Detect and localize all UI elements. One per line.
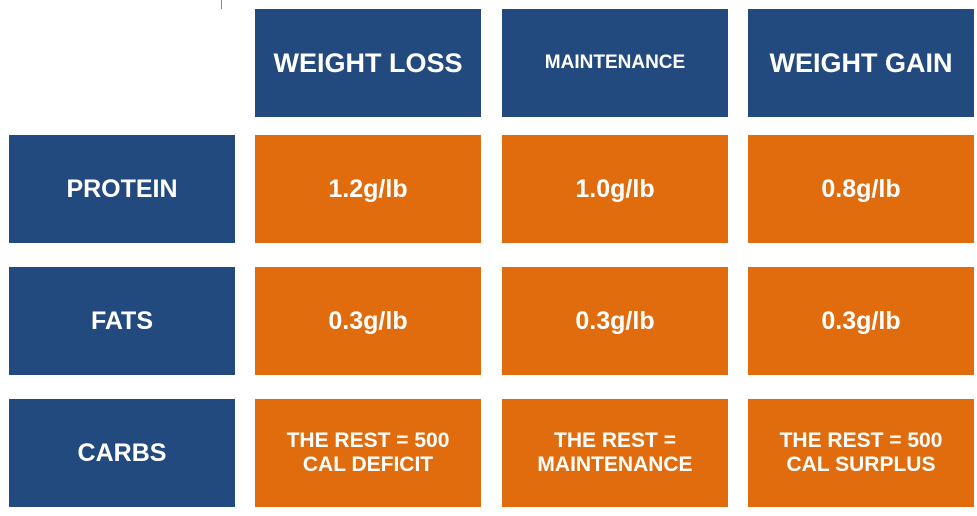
- column-header-weight-gain: WEIGHT GAIN: [748, 9, 974, 117]
- row-label-carbs: CARBS: [9, 399, 235, 507]
- carbs-weight-loss-value: THE REST = 500 CAL DEFICIT: [255, 399, 481, 507]
- row-label-fats: FATS: [9, 267, 235, 375]
- top-divider-tick: [221, 0, 222, 9]
- carbs-weight-gain-value: THE REST = 500 CAL SURPLUS: [748, 399, 974, 507]
- protein-maintenance-value: 1.0g/lb: [502, 135, 728, 243]
- fats-weight-gain-value: 0.3g/lb: [748, 267, 974, 375]
- carbs-maintenance-value: THE REST = MAINTENANCE: [502, 399, 728, 507]
- protein-weight-gain-value: 0.8g/lb: [748, 135, 974, 243]
- row-label-protein: PROTEIN: [9, 135, 235, 243]
- fats-weight-loss-value: 0.3g/lb: [255, 267, 481, 375]
- protein-weight-loss-value: 1.2g/lb: [255, 135, 481, 243]
- column-header-weight-loss: WEIGHT LOSS: [255, 9, 481, 117]
- column-header-maintenance: MAINTENANCE: [502, 9, 728, 117]
- fats-maintenance-value: 0.3g/lb: [502, 267, 728, 375]
